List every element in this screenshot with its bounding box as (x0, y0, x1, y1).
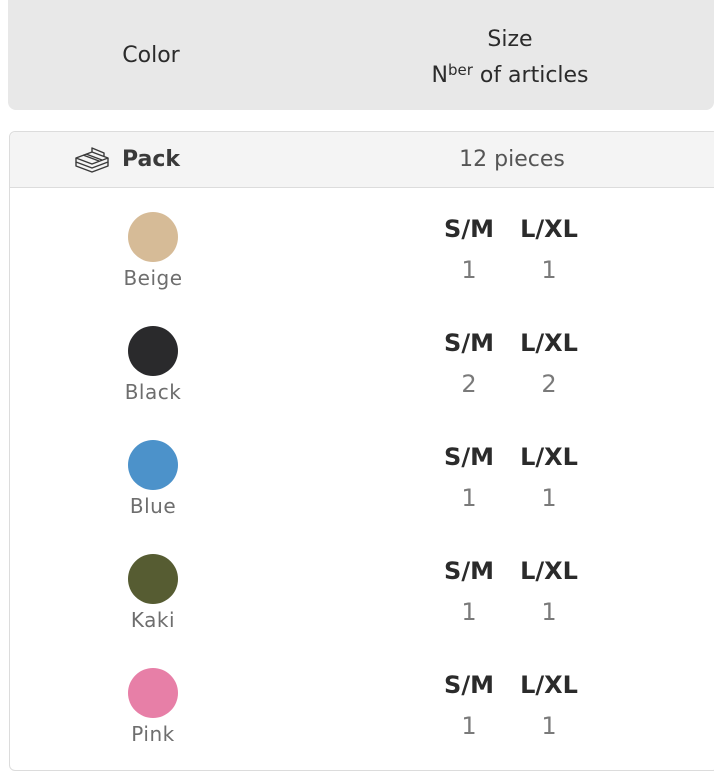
size-column: S/M 2 (438, 326, 500, 408)
size-quantity: 1 (541, 712, 557, 740)
pack-label-group: Pack (74, 132, 180, 187)
color-option: Kaki (103, 554, 203, 632)
color-row: Beige S/M 1 L/XL 1 (10, 188, 714, 302)
color-swatch (128, 212, 178, 262)
size-header-label: Size (487, 27, 533, 52)
pack-label: Pack (122, 147, 181, 172)
size-quantity: 1 (541, 256, 557, 284)
size-label: S/M (444, 215, 494, 243)
size-label: L/XL (520, 671, 578, 699)
size-column-header: Size Nber of articles (360, 22, 660, 94)
color-swatch (128, 668, 178, 718)
color-row: Pink S/M 1 L/XL 1 (10, 644, 714, 758)
color-name: Blue (129, 494, 177, 518)
size-column: L/XL 1 (518, 554, 580, 636)
size-breakdown: S/M 1 L/XL 1 (438, 668, 580, 750)
size-column: L/XL 1 (518, 668, 580, 750)
size-quantity: 2 (541, 370, 557, 398)
color-column-header: Color (122, 42, 180, 68)
articles-count-sup: ber (447, 61, 473, 79)
size-quantity: 1 (541, 598, 557, 626)
pack-composition-card: Pack 12 pieces Beige S/M 1 L/XL 1 Black … (9, 131, 714, 771)
color-row: Black S/M 2 L/XL 2 (10, 302, 714, 416)
size-column: S/M 1 (438, 554, 500, 636)
size-label: S/M (444, 671, 494, 699)
pack-summary-row: Pack 12 pieces (10, 132, 714, 188)
size-label: S/M (444, 557, 494, 585)
size-breakdown: S/M 1 L/XL 1 (438, 554, 580, 636)
size-column: L/XL 1 (518, 440, 580, 522)
size-quantity: 2 (461, 370, 477, 398)
size-label: L/XL (520, 557, 578, 585)
size-label: L/XL (520, 443, 578, 471)
size-column: S/M 1 (438, 668, 500, 750)
size-quantity: 1 (461, 598, 477, 626)
size-column: S/M 1 (438, 440, 500, 522)
color-name: Black (124, 380, 182, 404)
color-option: Pink (103, 668, 203, 746)
color-rows: Beige S/M 1 L/XL 1 Black S/M 2 L/XL 2 Bl… (10, 188, 714, 758)
size-column: S/M 1 (438, 212, 500, 294)
articles-count-prefix: N (431, 63, 448, 88)
size-breakdown: S/M 2 L/XL 2 (438, 326, 580, 408)
size-quantity: 1 (461, 712, 477, 740)
color-row: Blue S/M 1 L/XL 1 (10, 416, 714, 530)
pack-stack-icon (75, 146, 109, 173)
size-quantity: 1 (541, 484, 557, 512)
color-option: Blue (103, 440, 203, 518)
color-swatch (128, 440, 178, 490)
color-name: Beige (123, 266, 183, 290)
articles-count-header: Nber of articles (360, 58, 660, 94)
size-label: L/XL (520, 215, 578, 243)
pack-quantity: 12 pieces (459, 147, 565, 172)
table-header: Color Size Nber of articles (8, 0, 714, 110)
size-breakdown: S/M 1 L/XL 1 (438, 212, 580, 294)
color-swatch (128, 554, 178, 604)
size-label: S/M (444, 329, 494, 357)
color-option: Beige (103, 212, 203, 290)
articles-count-suffix: of articles (472, 63, 589, 88)
size-label: L/XL (520, 329, 578, 357)
size-column: L/XL 2 (518, 326, 580, 408)
color-name: Pink (131, 722, 175, 746)
color-option: Black (103, 326, 203, 404)
color-swatch (128, 326, 178, 376)
color-row: Kaki S/M 1 L/XL 1 (10, 530, 714, 644)
size-quantity: 1 (461, 256, 477, 284)
size-column: L/XL 1 (518, 212, 580, 294)
color-name: Kaki (130, 608, 176, 632)
size-quantity: 1 (461, 484, 477, 512)
size-breakdown: S/M 1 L/XL 1 (438, 440, 580, 522)
size-label: S/M (444, 443, 494, 471)
